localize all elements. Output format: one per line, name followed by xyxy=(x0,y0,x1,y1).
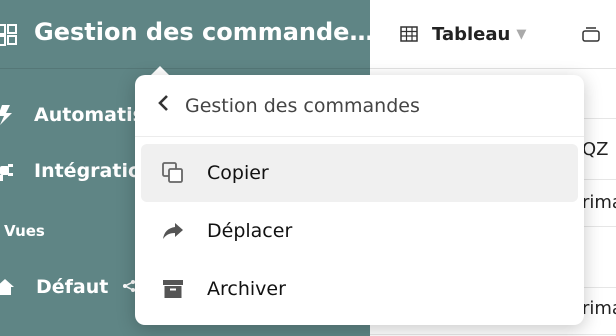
caret-down-icon: ▼ xyxy=(516,26,527,42)
sidebar-item-integrations[interactable]: Intégratio xyxy=(0,156,141,186)
layers-icon[interactable] xyxy=(582,26,600,42)
table-cell: QZ xyxy=(582,139,609,160)
menu-item-copy[interactable]: Copier xyxy=(141,144,578,202)
table-cell: rima xyxy=(582,192,616,213)
sidebar-section-views: Vues xyxy=(4,222,45,240)
sidebar-item-automations[interactable]: Automatis xyxy=(0,100,144,130)
sidebar-item-label: Automatis xyxy=(34,104,144,126)
copy-icon xyxy=(161,161,185,185)
home-icon xyxy=(0,276,22,298)
lightning-icon xyxy=(0,104,22,126)
plug-icon xyxy=(0,160,22,182)
view-selector-label: Tableau xyxy=(432,23,511,45)
popover-header[interactable]: Gestion des commandes xyxy=(135,75,584,137)
view-toolbar: Tableau ▼ xyxy=(370,0,616,69)
sidebar-item-label: Défaut xyxy=(36,276,109,298)
menu-item-label: Copier xyxy=(207,162,269,184)
menu-item-archive[interactable]: Archiver xyxy=(141,260,578,318)
menu-item-label: Archiver xyxy=(207,278,286,300)
chevron-left-icon[interactable] xyxy=(157,94,175,117)
grid-layout-icon xyxy=(0,24,17,46)
popover-back-label[interactable]: Gestion des commandes xyxy=(185,95,420,117)
sidebar-item-label: Intégratio xyxy=(34,160,142,182)
menu-item-move[interactable]: Déplacer xyxy=(141,202,578,260)
view-selector[interactable]: Tableau ▼ xyxy=(400,20,526,48)
table-icon xyxy=(400,26,418,42)
menu-item-label: Déplacer xyxy=(207,220,293,242)
sidebar-view-default[interactable]: Défaut xyxy=(0,272,136,302)
sidebar-header[interactable]: Gestion des commande… xyxy=(0,0,370,69)
sidebar-title[interactable]: Gestion des commande… xyxy=(34,18,370,46)
archive-icon xyxy=(161,277,185,301)
sidebar-view-partial[interactable] xyxy=(0,322,34,336)
share-arrow-icon xyxy=(161,219,185,243)
table-cell: rima xyxy=(582,298,616,319)
view-icon xyxy=(0,326,22,336)
options-popover: Gestion des commandes Copier Déplacer Ar… xyxy=(135,75,584,325)
